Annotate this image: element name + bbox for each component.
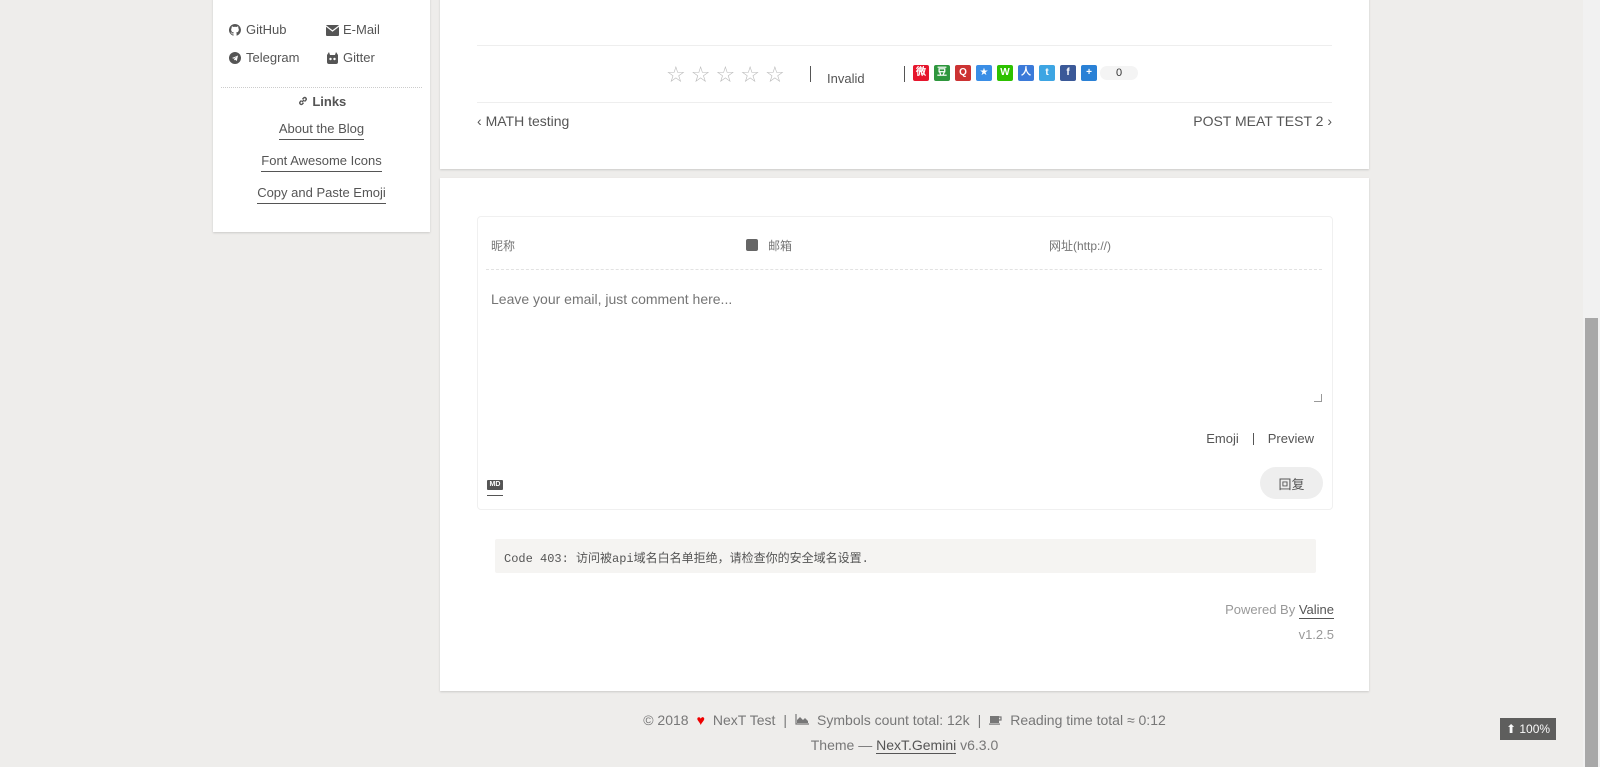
star-icon[interactable]: ☆ xyxy=(666,62,686,88)
share-count: 0 xyxy=(1100,66,1138,80)
social-label: Gitter xyxy=(343,50,375,65)
social-github-link[interactable]: GitHub xyxy=(228,22,287,37)
github-icon xyxy=(228,23,241,36)
comment-textarea[interactable] xyxy=(491,291,1321,401)
sidebar-divider xyxy=(221,87,422,88)
avatar-icon xyxy=(746,239,758,251)
link-label[interactable]: Copy and Paste Emoji xyxy=(257,185,386,204)
scroll-percent: 100% xyxy=(1519,722,1551,736)
qzone-share-icon[interactable]: ★ xyxy=(976,65,992,81)
social-label: E-Mail xyxy=(343,22,380,37)
chevron-right-icon: › xyxy=(1327,113,1332,129)
telegram-icon xyxy=(229,51,241,64)
links-title: Links xyxy=(213,94,430,109)
star-icon[interactable]: ☆ xyxy=(740,62,760,88)
social-label: GitHub xyxy=(246,22,287,37)
field-divider xyxy=(486,269,1322,270)
divider xyxy=(477,102,1332,103)
rating-status: Invalid xyxy=(827,71,865,86)
copyright: © 2018 xyxy=(643,712,689,728)
valine-link[interactable]: Valine xyxy=(1298,602,1334,619)
error-message: Code 403: 访问被api域名白名单拒绝，请检查你的安全域名设置. xyxy=(495,539,1316,573)
social-telegram-link[interactable]: Telegram xyxy=(229,50,299,65)
weibo-share-icon[interactable]: 微 xyxy=(913,65,929,81)
star-icon[interactable]: ☆ xyxy=(765,62,785,88)
facebook-share-icon[interactable]: f xyxy=(1060,65,1076,81)
comment-form: Emoji Preview MD 回复 xyxy=(477,216,1333,510)
nick-input[interactable] xyxy=(491,239,731,253)
separator xyxy=(1252,432,1254,445)
author: NexT Test xyxy=(712,712,776,728)
divider xyxy=(477,45,1332,46)
separator: | xyxy=(783,712,788,728)
url-input[interactable] xyxy=(1049,239,1309,253)
link-label[interactable]: Font Awesome Icons xyxy=(261,153,382,172)
link-about-blog[interactable]: About the Blog xyxy=(213,121,430,140)
symbols-count: Symbols count total: 12k xyxy=(817,712,970,728)
heart-icon: ♥ xyxy=(696,712,705,728)
valine-version: v1.2.5 xyxy=(1298,627,1334,642)
gitter-icon xyxy=(326,51,338,64)
links-title-text: Links xyxy=(312,94,347,109)
reading-time: Reading time total ≈ 0:12 xyxy=(1010,712,1166,728)
share-buttons: 微 豆 Q ★ W 人 t f + xyxy=(913,65,1097,81)
wechat-share-icon[interactable]: W xyxy=(997,65,1013,81)
footer-info: © 2018 ♥ NexT Test | Symbols count total… xyxy=(440,712,1369,728)
social-gitter-link[interactable]: Gitter xyxy=(326,50,375,65)
separator xyxy=(904,66,905,82)
prev-post-title[interactable]: MATH testing xyxy=(486,113,570,129)
arrow-up-icon: ⬆ xyxy=(1505,722,1516,736)
renren-share-icon[interactable]: 人 xyxy=(1018,65,1034,81)
area-chart-icon xyxy=(795,712,810,728)
resize-handle[interactable] xyxy=(1314,394,1322,402)
link-emoji[interactable]: Copy and Paste Emoji xyxy=(213,185,430,204)
link-font-awesome[interactable]: Font Awesome Icons xyxy=(213,153,430,172)
douban-share-icon[interactable]: 豆 xyxy=(934,65,950,81)
link-label[interactable]: About the Blog xyxy=(278,121,365,140)
preview-button[interactable]: Preview xyxy=(1268,431,1314,446)
chevron-left-icon: ‹ xyxy=(477,113,482,129)
envelope-icon xyxy=(325,24,340,36)
theme-version: v6.3.0 xyxy=(956,737,999,753)
scrollbar-thumb[interactable] xyxy=(1585,318,1598,767)
separator xyxy=(810,66,811,82)
sidebar: GitHub E-Mail Telegram Gitter Links Abou… xyxy=(213,0,430,232)
next-post-link[interactable]: POST MEAT TEST 2 › xyxy=(1193,113,1332,129)
more-share-icon[interactable]: + xyxy=(1081,65,1097,81)
qq-share-icon[interactable]: Q xyxy=(955,65,971,81)
email-input[interactable] xyxy=(768,239,1028,253)
markdown-icon[interactable]: MD xyxy=(487,480,503,490)
link-icon xyxy=(297,94,313,109)
star-icon[interactable]: ☆ xyxy=(715,62,735,88)
back-to-top-button[interactable]: ⬆ 100% xyxy=(1500,718,1556,740)
emoji-button[interactable]: Emoji xyxy=(1206,431,1239,446)
next-post-title[interactable]: POST MEAT TEST 2 xyxy=(1193,113,1323,129)
social-label: Telegram xyxy=(246,50,300,65)
theme-link[interactable]: NexT.Gemini xyxy=(876,737,957,754)
star-icon[interactable]: ☆ xyxy=(691,62,711,88)
markdown-underline xyxy=(487,495,503,496)
prev-post-link[interactable]: ‹ MATH testing xyxy=(477,113,569,129)
twitter-share-icon[interactable]: t xyxy=(1039,65,1055,81)
post-footer-card: ☆ ☆ ☆ ☆ ☆ Invalid 微 豆 Q ★ W 人 t f + 0 ‹ … xyxy=(440,0,1369,169)
social-email-link[interactable]: E-Mail xyxy=(325,22,380,37)
powered-prefix: Powered By xyxy=(1225,602,1299,617)
coffee-icon xyxy=(989,712,1002,728)
comment-actions: Emoji Preview xyxy=(1206,431,1314,446)
rating-stars[interactable]: ☆ ☆ ☆ ☆ ☆ xyxy=(666,62,785,88)
submit-reply-button[interactable]: 回复 xyxy=(1260,467,1323,499)
page-scrollbar[interactable] xyxy=(1583,0,1600,767)
footer-theme: Theme — NexT.Gemini v6.3.0 xyxy=(440,737,1369,754)
powered-by: Powered By Valine xyxy=(1225,602,1334,619)
theme-prefix: Theme — xyxy=(810,737,877,753)
comments-card: Emoji Preview MD 回复 Code 403: 访问被api域名白名… xyxy=(440,178,1369,691)
separator: | xyxy=(977,712,982,728)
